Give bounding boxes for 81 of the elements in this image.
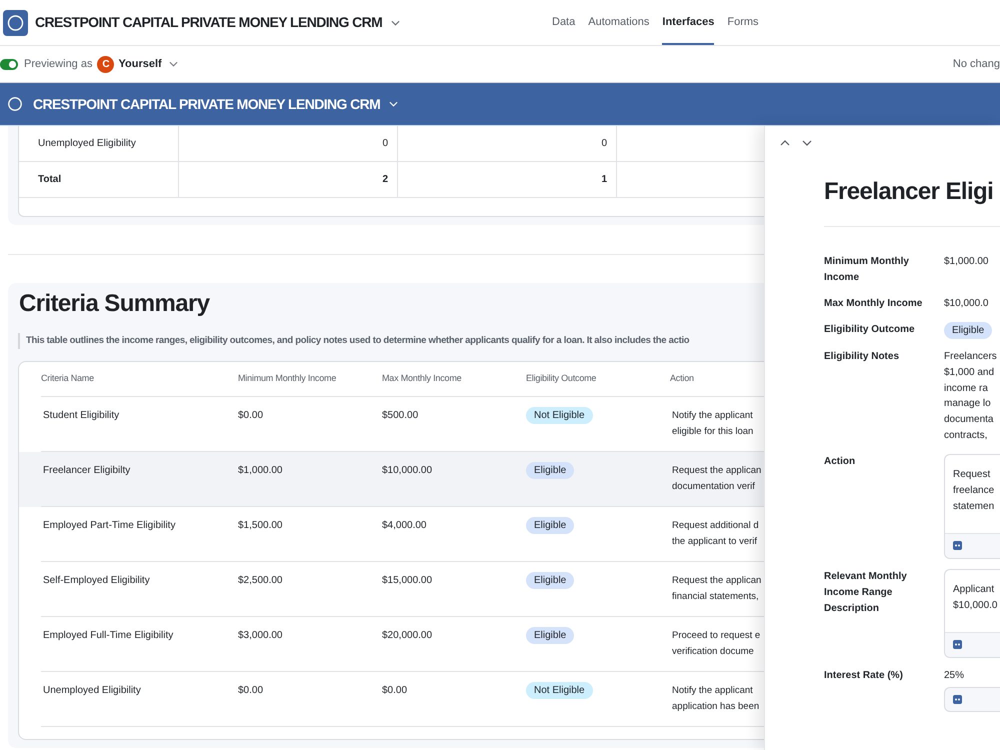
dots-icon[interactable] bbox=[953, 694, 962, 704]
income-value: $2,500.00 bbox=[238, 574, 282, 588]
field-label: Relevant Monthly Income Range Description bbox=[824, 570, 908, 616]
count-value: 1 bbox=[601, 173, 607, 187]
row-label: Total bbox=[38, 173, 62, 187]
section-title: Criteria Summary bbox=[19, 289, 210, 319]
count-value: 0 bbox=[601, 137, 607, 151]
count-value: 0 bbox=[382, 137, 388, 151]
action-text: Proceed to request e verification docume bbox=[672, 629, 760, 659]
status-badge: Eligible bbox=[526, 517, 574, 534]
base-title[interactable]: CRESTPOINT CAPITAL PRIVATE MONEY LENDING CRM bbox=[35, 12, 400, 33]
long-text-field[interactable]: Applicant $10,000.0 bbox=[944, 568, 1000, 658]
income-value: $1,000.00 bbox=[238, 464, 282, 478]
chevron-down-icon bbox=[391, 20, 400, 26]
nav-tab[interactable]: Automations bbox=[588, 0, 650, 45]
column-header: Max Monthly Income bbox=[382, 372, 462, 386]
chevron-down-icon[interactable] bbox=[802, 140, 812, 146]
income-value: $15,000.00 bbox=[382, 574, 432, 588]
income-value: $1,500.00 bbox=[238, 519, 282, 533]
field-label: Eligibility Outcome bbox=[824, 323, 915, 337]
status-badge: Not Eligible bbox=[526, 682, 593, 699]
status-badge: Eligible bbox=[944, 322, 992, 339]
criteria-name: Self-Employed Eligibility bbox=[43, 574, 150, 588]
column-header: Criteria Name bbox=[41, 372, 94, 386]
chevron-up-icon[interactable] bbox=[780, 140, 790, 146]
field-label: Minimum Monthly Income bbox=[824, 255, 910, 285]
income-value: $10,000.00 bbox=[382, 464, 432, 478]
income-value: $0.00 bbox=[382, 684, 408, 698]
user-selector[interactable]: Yourself bbox=[118, 56, 178, 72]
column-header: Action bbox=[670, 372, 694, 386]
income-value: $4,000.00 bbox=[382, 519, 426, 533]
field-toolbar[interactable] bbox=[944, 686, 1000, 712]
field-label: Interest Rate (%) bbox=[824, 668, 903, 683]
nav-tab[interactable]: Interfaces bbox=[662, 0, 714, 45]
action-text: Notify the applicant application has been bbox=[672, 684, 760, 714]
income-value: $0.00 bbox=[238, 684, 264, 698]
status-badge: Eligible bbox=[526, 572, 574, 589]
nav-tab[interactable]: Data bbox=[552, 0, 576, 45]
field-value: Freelancers $1,000 and income ra manage lo documenta contracts, bbox=[944, 350, 997, 443]
ring-icon bbox=[8, 97, 22, 111]
income-value: $20,000.00 bbox=[382, 629, 432, 643]
chevron-down-icon bbox=[168, 61, 178, 67]
count-value: 2 bbox=[382, 173, 388, 187]
status-badge: Eligible bbox=[526, 462, 574, 479]
column-header: Eligibility Outcome bbox=[526, 372, 596, 386]
criteria-name: Student Eligibility bbox=[43, 409, 120, 423]
column-header: Minimum Monthly Income bbox=[238, 372, 336, 386]
criteria-name: Unemployed Eligibility bbox=[43, 684, 141, 698]
status-badge: Eligible bbox=[526, 627, 574, 644]
logo-icon bbox=[3, 10, 28, 36]
dots-icon[interactable] bbox=[953, 640, 962, 650]
criteria-name: Freelancer Eligibilty bbox=[43, 464, 130, 478]
record-title: Freelancer Eligi bbox=[824, 177, 994, 207]
field-label: Action bbox=[824, 454, 856, 469]
preview-label: Previewing as bbox=[24, 56, 92, 72]
income-value: $3,000.00 bbox=[238, 629, 282, 643]
criteria-name: Employed Part-Time Eligibility bbox=[43, 519, 176, 533]
field-label: Max Monthly Income bbox=[824, 297, 922, 311]
section-description: This table outlines the income ranges, eligibility outcomes, and policy notes used to determine whether applicants qualify for a loan. It also includes the actio bbox=[26, 334, 690, 348]
income-value: $0.00 bbox=[238, 409, 264, 423]
dots-icon[interactable] bbox=[953, 541, 962, 550]
user-avatar: C bbox=[97, 56, 114, 72]
long-text-field[interactable]: Request freelance statemen bbox=[944, 454, 1000, 559]
row-label: Unemployed Eligibility bbox=[38, 137, 136, 151]
field-value: $10,000.0 bbox=[944, 297, 988, 311]
toggle-switch[interactable] bbox=[0, 58, 18, 70]
income-value: $500.00 bbox=[382, 409, 418, 423]
status-badge: Not Eligible bbox=[526, 407, 593, 424]
chevron-down-icon bbox=[389, 101, 398, 107]
interface-title[interactable]: CRESTPOINT CAPITAL PRIVATE MONEY LENDING CRM bbox=[33, 94, 398, 114]
criteria-name: Employed Full-Time Eligibility bbox=[43, 629, 174, 643]
action-text: Request the applican documentation verif bbox=[672, 464, 762, 494]
field-value: $1,000.00 bbox=[944, 255, 988, 269]
field-value: 25% bbox=[944, 668, 964, 683]
field-label: Eligibility Notes bbox=[824, 350, 900, 364]
action-text: Notify the applicant eligible for this loan bbox=[672, 409, 754, 439]
action-text: Request the applican financial statements, bbox=[672, 574, 762, 604]
table-row[interactable]: Freelancer Eligibilty $1,000.00 $10,000.00 Eligible Request the applican documentation verif bbox=[19, 452, 764, 507]
action-text: Request additional d the applicant to verif bbox=[672, 519, 759, 549]
nav-tab[interactable]: Forms bbox=[727, 0, 759, 45]
save-status: No chang bbox=[952, 56, 1000, 72]
